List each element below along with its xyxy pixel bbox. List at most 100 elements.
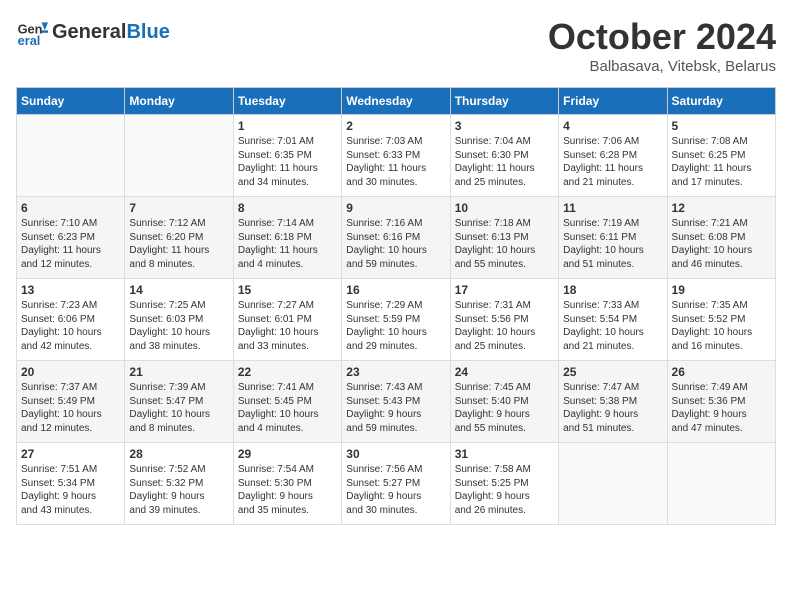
calendar-cell: 6 Sunrise: 7:10 AM Sunset: 6:23 PM Daylig… [17, 197, 125, 279]
logo: Gen eral GeneralBlue [16, 16, 170, 48]
cell-content: Sunrise: 7:49 AM Sunset: 5:36 PM Dayligh… [672, 381, 771, 435]
day-header-sunday: Sunday [17, 88, 125, 115]
calendar-cell: 23 Sunrise: 7:43 AM Sunset: 5:43 PM Dayli… [342, 361, 450, 443]
title-block: October 2024 Balbasava, Vitebsk, Belarus [548, 16, 776, 75]
calendar-cell: 18 Sunrise: 7:33 AM Sunset: 5:54 PM Dayli… [559, 279, 667, 361]
cell-content: Sunrise: 7:21 AM Sunset: 6:08 PM Dayligh… [672, 217, 771, 271]
calendar-cell: 30Sunrise: 7:56 AM Sunset: 5:27 PM Dayli… [342, 443, 450, 525]
day-number: 24 [455, 365, 554, 379]
day-header-thursday: Thursday [450, 88, 558, 115]
week-row-5: 27 Sunrise: 7:51 AM Sunset: 5:34 PM Dayli… [17, 443, 776, 525]
calendar-cell: 3 Sunrise: 7:04 AM Sunset: 6:30 PM Daylig… [450, 115, 558, 197]
cell-content: Sunrise: 7:08 AM Sunset: 6:25 PM Dayligh… [672, 135, 771, 189]
calendar-cell: 17 Sunrise: 7:31 AM Sunset: 5:56 PM Dayli… [450, 279, 558, 361]
calendar-cell: 8Sunrise: 7:14 AM Sunset: 6:18 PM Daylig… [233, 197, 341, 279]
cell-content: Sunrise: 7:23 AM Sunset: 6:06 PM Dayligh… [21, 299, 120, 353]
week-row-2: 6 Sunrise: 7:10 AM Sunset: 6:23 PM Daylig… [17, 197, 776, 279]
day-number: 16 [346, 283, 445, 297]
day-number: 17 [455, 283, 554, 297]
week-row-3: 13 Sunrise: 7:23 AM Sunset: 6:06 PM Dayli… [17, 279, 776, 361]
calendar-cell: 24 Sunrise: 7:45 AM Sunset: 5:40 PM Dayli… [450, 361, 558, 443]
calendar-cell: 7 Sunrise: 7:12 AM Sunset: 6:20 PM Daylig… [125, 197, 233, 279]
cell-content: Sunrise: 7:52 AM Sunset: 5:32 PM Dayligh… [129, 463, 228, 517]
cell-content: Sunrise: 7:10 AM Sunset: 6:23 PM Dayligh… [21, 217, 120, 271]
calendar-cell: 5Sunrise: 7:08 AM Sunset: 6:25 PM Daylig… [667, 115, 775, 197]
calendar-cell: 1 Sunrise: 7:01 AM Sunset: 6:35 PM Daylig… [233, 115, 341, 197]
calendar-cell [559, 443, 667, 525]
cell-content: Sunrise: 7:33 AM Sunset: 5:54 PM Dayligh… [563, 299, 662, 353]
location: Balbasava, Vitebsk, Belarus [548, 58, 776, 75]
day-number: 9 [346, 201, 445, 215]
calendar-header: SundayMondayTuesdayWednesdayThursdayFrid… [17, 88, 776, 115]
calendar-cell: 14 Sunrise: 7:25 AM Sunset: 6:03 PM Dayli… [125, 279, 233, 361]
calendar-cell: 29Sunrise: 7:54 AM Sunset: 5:30 PM Dayli… [233, 443, 341, 525]
cell-content: Sunrise: 7:51 AM Sunset: 5:34 PM Dayligh… [21, 463, 120, 517]
cell-content: Sunrise: 7:06 AM Sunset: 6:28 PM Dayligh… [563, 135, 662, 189]
day-number: 25 [563, 365, 662, 379]
day-number: 11 [563, 201, 662, 215]
calendar-cell: 27 Sunrise: 7:51 AM Sunset: 5:34 PM Dayli… [17, 443, 125, 525]
calendar-cell: 20 Sunrise: 7:37 AM Sunset: 5:49 PM Dayli… [17, 361, 125, 443]
day-number: 26 [672, 365, 771, 379]
cell-content: Sunrise: 7:01 AM Sunset: 6:35 PM Dayligh… [238, 135, 337, 189]
day-number: 8 [238, 201, 337, 215]
logo-blue: Blue [126, 21, 169, 43]
day-number: 23 [346, 365, 445, 379]
day-number: 6 [21, 201, 120, 215]
month-title: October 2024 [548, 16, 776, 58]
day-number: 27 [21, 447, 120, 461]
logo-icon: Gen eral [16, 16, 48, 48]
cell-content: Sunrise: 7:45 AM Sunset: 5:40 PM Dayligh… [455, 381, 554, 435]
cell-content: Sunrise: 7:58 AM Sunset: 5:25 PM Dayligh… [455, 463, 554, 517]
calendar-cell: 9 Sunrise: 7:16 AM Sunset: 6:16 PM Daylig… [342, 197, 450, 279]
day-number: 1 [238, 119, 337, 133]
cell-content: Sunrise: 7:35 AM Sunset: 5:52 PM Dayligh… [672, 299, 771, 353]
cell-content: Sunrise: 7:18 AM Sunset: 6:13 PM Dayligh… [455, 217, 554, 271]
calendar-cell: 10 Sunrise: 7:18 AM Sunset: 6:13 PM Dayli… [450, 197, 558, 279]
calendar-cell: 22 Sunrise: 7:41 AM Sunset: 5:45 PM Dayli… [233, 361, 341, 443]
calendar-body: 1 Sunrise: 7:01 AM Sunset: 6:35 PM Daylig… [17, 115, 776, 525]
cell-content: Sunrise: 7:41 AM Sunset: 5:45 PM Dayligh… [238, 381, 337, 435]
calendar-cell: 26 Sunrise: 7:49 AM Sunset: 5:36 PM Dayli… [667, 361, 775, 443]
day-header-friday: Friday [559, 88, 667, 115]
cell-content: Sunrise: 7:16 AM Sunset: 6:16 PM Dayligh… [346, 217, 445, 271]
day-number: 22 [238, 365, 337, 379]
day-number: 4 [563, 119, 662, 133]
calendar-cell: 12 Sunrise: 7:21 AM Sunset: 6:08 PM Dayli… [667, 197, 775, 279]
day-number: 20 [21, 365, 120, 379]
day-number: 19 [672, 283, 771, 297]
logo-general: General [52, 21, 126, 43]
calendar-cell [17, 115, 125, 197]
day-number: 18 [563, 283, 662, 297]
cell-content: Sunrise: 7:47 AM Sunset: 5:38 PM Dayligh… [563, 381, 662, 435]
day-number: 28 [129, 447, 228, 461]
day-number: 21 [129, 365, 228, 379]
svg-text:eral: eral [18, 33, 41, 48]
day-number: 7 [129, 201, 228, 215]
week-row-1: 1 Sunrise: 7:01 AM Sunset: 6:35 PM Daylig… [17, 115, 776, 197]
page-header: Gen eral GeneralBlue October 2024 Balbas… [16, 16, 776, 75]
calendar-cell: 31Sunrise: 7:58 AM Sunset: 5:25 PM Dayli… [450, 443, 558, 525]
cell-content: Sunrise: 7:12 AM Sunset: 6:20 PM Dayligh… [129, 217, 228, 271]
calendar-table: SundayMondayTuesdayWednesdayThursdayFrid… [16, 87, 776, 525]
cell-content: Sunrise: 7:27 AM Sunset: 6:01 PM Dayligh… [238, 299, 337, 353]
calendar-cell: 16Sunrise: 7:29 AM Sunset: 5:59 PM Dayli… [342, 279, 450, 361]
cell-content: Sunrise: 7:56 AM Sunset: 5:27 PM Dayligh… [346, 463, 445, 517]
cell-content: Sunrise: 7:54 AM Sunset: 5:30 PM Dayligh… [238, 463, 337, 517]
cell-content: Sunrise: 7:25 AM Sunset: 6:03 PM Dayligh… [129, 299, 228, 353]
day-number: 13 [21, 283, 120, 297]
cell-content: Sunrise: 7:39 AM Sunset: 5:47 PM Dayligh… [129, 381, 228, 435]
cell-content: Sunrise: 7:03 AM Sunset: 6:33 PM Dayligh… [346, 135, 445, 189]
week-row-4: 20 Sunrise: 7:37 AM Sunset: 5:49 PM Dayli… [17, 361, 776, 443]
cell-content: Sunrise: 7:04 AM Sunset: 6:30 PM Dayligh… [455, 135, 554, 189]
day-number: 12 [672, 201, 771, 215]
day-number: 10 [455, 201, 554, 215]
cell-content: Sunrise: 7:31 AM Sunset: 5:56 PM Dayligh… [455, 299, 554, 353]
day-number: 15 [238, 283, 337, 297]
calendar-cell: 25 Sunrise: 7:47 AM Sunset: 5:38 PM Dayli… [559, 361, 667, 443]
day-number: 3 [455, 119, 554, 133]
day-number: 14 [129, 283, 228, 297]
cell-content: Sunrise: 7:43 AM Sunset: 5:43 PM Dayligh… [346, 381, 445, 435]
day-header-wednesday: Wednesday [342, 88, 450, 115]
cell-content: Sunrise: 7:37 AM Sunset: 5:49 PM Dayligh… [21, 381, 120, 435]
